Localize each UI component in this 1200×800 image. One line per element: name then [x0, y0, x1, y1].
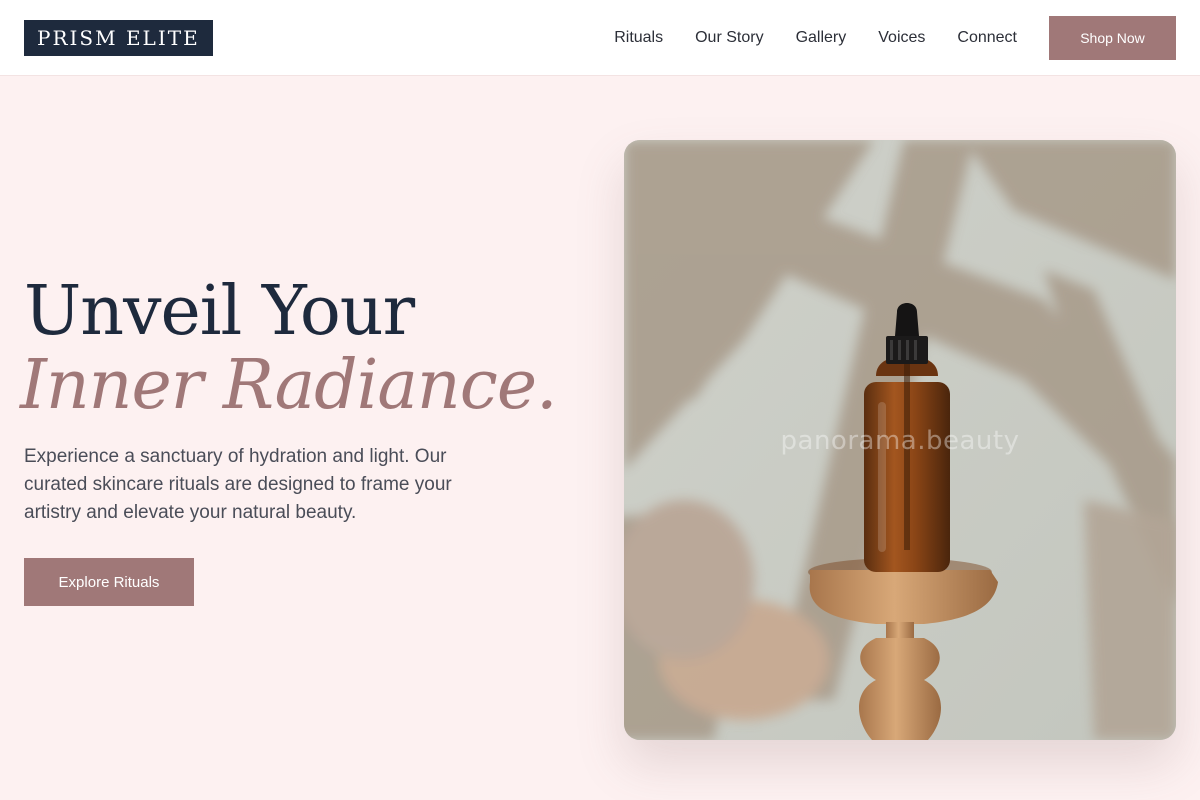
hero-headline-line2: Inner Radiance.	[20, 346, 558, 425]
hero-headline-line1: Unveil Your	[24, 272, 415, 351]
hero-subcopy: Experience a sanctuary of hydration and …	[24, 446, 452, 523]
explore-rituals-button[interactable]: Explore Rituals	[24, 558, 194, 606]
nav-link-connect[interactable]: Connect	[957, 29, 1017, 47]
main-nav: Rituals Our Story Gallery Voices Connect	[614, 0, 1017, 76]
shop-now-button[interactable]: Shop Now	[1049, 16, 1176, 60]
site-header: PRISM ELITE Rituals Our Story Gallery Vo…	[0, 0, 1200, 76]
nav-link-our-story[interactable]: Our Story	[695, 29, 763, 47]
image-watermark: panorama.beauty	[780, 426, 1020, 456]
nav-link-rituals[interactable]: Rituals	[614, 29, 663, 47]
hero-product-image: panorama.beauty	[624, 140, 1176, 740]
nav-link-gallery[interactable]: Gallery	[796, 29, 847, 47]
hero-headline: Unveil Your Inner Radiance.	[20, 272, 584, 422]
brand-logo[interactable]: PRISM ELITE	[24, 20, 213, 56]
nav-link-voices[interactable]: Voices	[878, 29, 925, 47]
